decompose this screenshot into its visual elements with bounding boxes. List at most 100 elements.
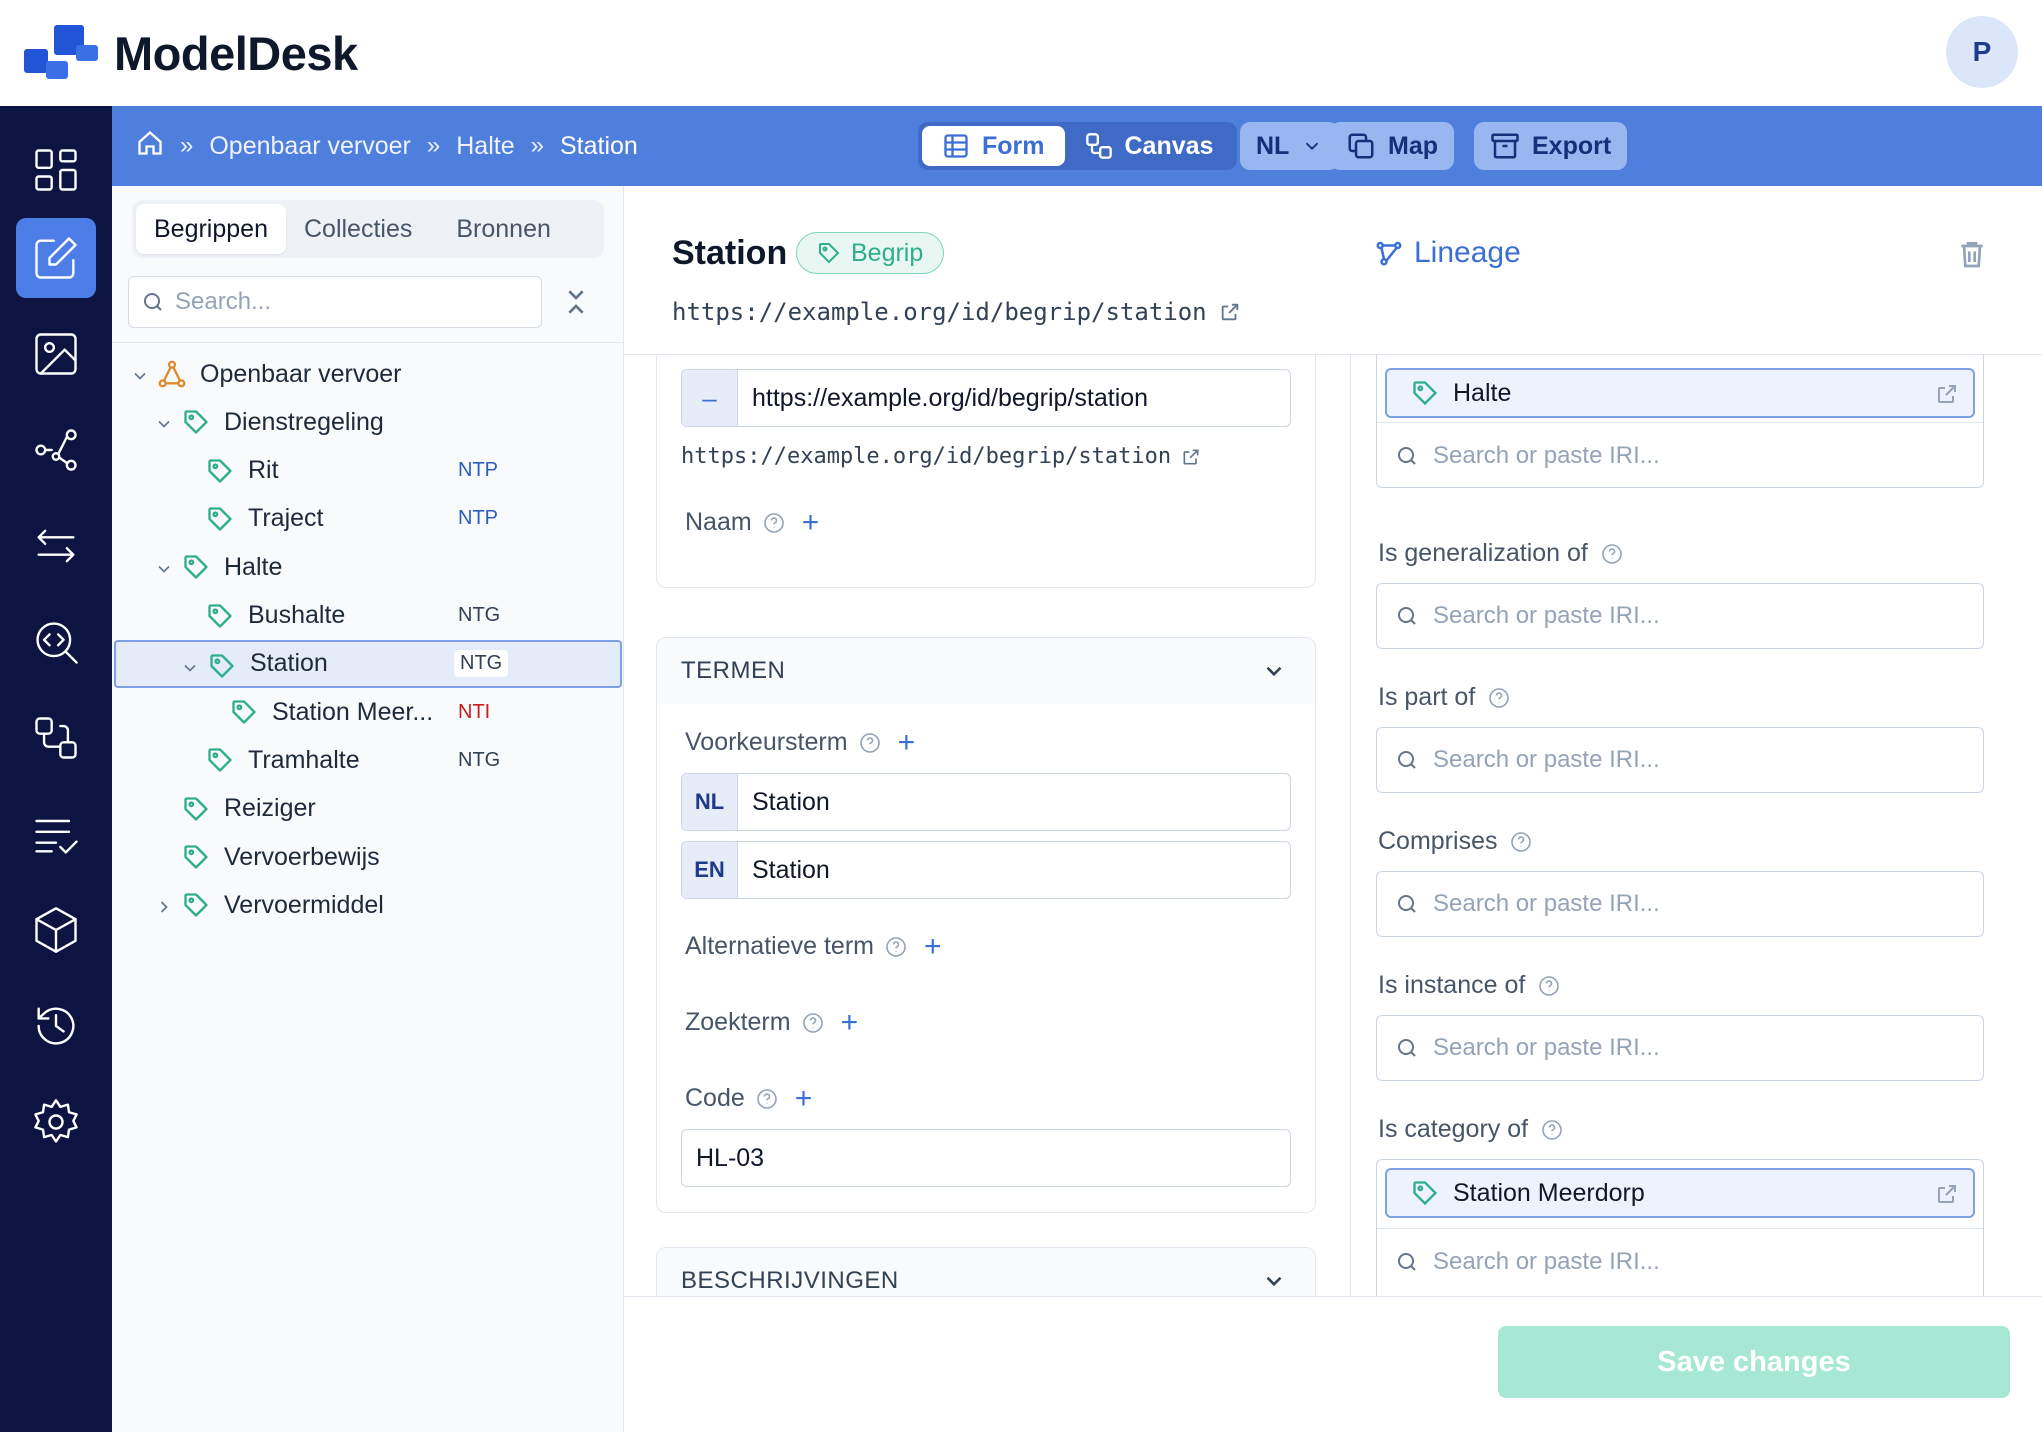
- voorkeursterm-en-input[interactable]: EN Station: [681, 841, 1291, 899]
- export-button[interactable]: Export: [1474, 122, 1628, 170]
- iri-prefix-button[interactable]: –: [682, 370, 738, 426]
- tree-item-label: Dienstregeling: [224, 407, 384, 436]
- edit-icon[interactable]: [16, 218, 96, 298]
- form-view-button[interactable]: Form: [922, 126, 1065, 166]
- relation-chip-station-meerdorp[interactable]: Station Meerdorp: [1385, 1168, 1975, 1218]
- termen-header[interactable]: TERMEN: [657, 638, 1315, 704]
- tab-bronnen[interactable]: Bronnen: [438, 204, 569, 254]
- chevron-down-icon[interactable]: [180, 656, 200, 676]
- help-icon[interactable]: [755, 1087, 779, 1111]
- beschrijvingen-card: BESCHRIJVINGEN: [656, 1247, 1316, 1296]
- checklist-icon[interactable]: [16, 794, 96, 874]
- trash-icon[interactable]: [1956, 238, 1988, 270]
- copy-icon: [1348, 133, 1374, 159]
- language-select[interactable]: NL: [1240, 122, 1340, 170]
- tree-item[interactable]: Station Meer... NTI: [112, 688, 622, 736]
- sidebar-search-input[interactable]: Search...: [128, 276, 542, 328]
- instance-of-search-input[interactable]: Search or paste IRI...: [1376, 1015, 1984, 1081]
- tree-item[interactable]: Dienstregeling: [112, 398, 622, 446]
- external-link-icon: [1183, 449, 1199, 464]
- external-link-icon[interactable]: [1935, 1182, 1959, 1206]
- tag-icon: [208, 652, 236, 680]
- category-of-label: Is category of: [1378, 1115, 1564, 1144]
- comprises-search-input[interactable]: Search or paste IRI...: [1376, 871, 1984, 937]
- image-icon[interactable]: [16, 314, 96, 394]
- search-code-icon[interactable]: [16, 602, 96, 682]
- dashboard-icon[interactable]: [16, 130, 96, 210]
- naam-field-label: Naam +: [685, 507, 820, 537]
- package-icon[interactable]: [16, 890, 96, 970]
- help-icon[interactable]: [1537, 974, 1561, 998]
- status-badge: NTP: [458, 459, 498, 482]
- app-logo[interactable]: ModelDesk: [24, 25, 358, 81]
- collapse-all-icon[interactable]: [560, 286, 592, 318]
- breadcrumb-item[interactable]: Openbaar vervoer: [209, 132, 411, 161]
- tree-item[interactable]: Openbaar vervoer: [112, 350, 622, 398]
- tree-item[interactable]: Vervoermiddel: [112, 881, 622, 929]
- code-input[interactable]: HL-03: [681, 1129, 1291, 1187]
- voorkeursterm-nl-input[interactable]: NL Station: [681, 773, 1291, 831]
- iri-preview[interactable]: https://example.org/id/begrip/station: [681, 444, 1201, 469]
- tree-item[interactable]: Rit NTP: [112, 447, 622, 495]
- history-icon[interactable]: [16, 986, 96, 1066]
- add-alternatieve-term-button[interactable]: +: [924, 931, 942, 961]
- tree-item-label: Station Meer...: [272, 697, 434, 726]
- map-button[interactable]: Map: [1330, 122, 1454, 170]
- help-icon[interactable]: [858, 731, 882, 755]
- add-naam-button[interactable]: +: [802, 507, 820, 537]
- broader-search-input[interactable]: Search or paste IRI...: [1377, 422, 1983, 488]
- tag-icon: [819, 243, 840, 264]
- help-icon[interactable]: [801, 1011, 825, 1035]
- termen-card: TERMEN Voorkeursterm + NL Station EN Sta…: [656, 637, 1316, 1213]
- settings-icon[interactable]: [16, 1082, 96, 1162]
- form-scroll-area[interactable]: – https://example.org/id/begrip/station …: [624, 355, 2042, 1296]
- part-of-search-input[interactable]: Search or paste IRI...: [1376, 727, 1984, 793]
- iri-input[interactable]: – https://example.org/id/begrip/station: [681, 369, 1291, 427]
- sidebar-tabs: Begrippen Collecties Bronnen: [132, 200, 604, 258]
- tree-item-label: Station: [250, 649, 328, 678]
- canvas-view-button[interactable]: Canvas: [1065, 126, 1234, 166]
- tree-item[interactable]: Halte: [112, 543, 622, 591]
- lang-tag[interactable]: NL: [682, 774, 738, 830]
- status-badge: NTG: [458, 604, 501, 626]
- help-icon[interactable]: [1600, 542, 1624, 566]
- category-of-search-input[interactable]: Search or paste IRI...: [1377, 1228, 1983, 1294]
- tab-begrippen[interactable]: Begrippen: [136, 204, 286, 254]
- relation-chip-halte[interactable]: Halte: [1385, 368, 1975, 418]
- transfer-icon[interactable]: [16, 506, 96, 586]
- tree-item[interactable]: Station NTG: [114, 639, 622, 688]
- concept-iri[interactable]: https://example.org/id/begrip/station: [672, 298, 1241, 326]
- chevron-down-icon[interactable]: [154, 412, 174, 432]
- tree-item[interactable]: Vervoerbewijs: [112, 833, 622, 881]
- tree-item-label: Tramhalte: [248, 745, 360, 774]
- help-icon[interactable]: [884, 935, 908, 959]
- chevron-down-icon[interactable]: [130, 364, 150, 384]
- save-changes-button[interactable]: Save changes: [1498, 1326, 2010, 1398]
- lineage-link[interactable]: Lineage: [1374, 236, 1521, 270]
- tree-item[interactable]: Traject NTP: [112, 495, 622, 543]
- tree-item[interactable]: Reiziger: [112, 785, 622, 833]
- breadcrumb-item[interactable]: Halte: [456, 132, 514, 161]
- help-icon[interactable]: [1509, 830, 1533, 854]
- avatar[interactable]: P: [1946, 16, 2018, 88]
- shapes-icon[interactable]: [16, 698, 96, 778]
- tree-item[interactable]: Tramhalte NTG: [112, 736, 622, 784]
- graph-icon[interactable]: [16, 410, 96, 490]
- tab-collecties[interactable]: Collecties: [286, 204, 430, 254]
- search-icon: [1398, 1039, 1416, 1057]
- add-voorkeursterm-button[interactable]: +: [898, 727, 916, 757]
- chevron-right-icon[interactable]: [154, 895, 174, 915]
- help-icon[interactable]: [762, 511, 786, 535]
- home-icon[interactable]: [136, 129, 164, 164]
- tree-item[interactable]: Bushalte NTG: [112, 592, 622, 640]
- help-icon[interactable]: [1540, 1118, 1564, 1142]
- chevron-down-icon[interactable]: [154, 557, 174, 577]
- external-link-icon[interactable]: [1935, 382, 1959, 406]
- lang-tag[interactable]: EN: [682, 842, 738, 898]
- generalization-search-input[interactable]: Search or paste IRI...: [1376, 583, 1984, 649]
- beschrijvingen-header[interactable]: BESCHRIJVINGEN: [657, 1248, 1315, 1296]
- add-zoekterm-button[interactable]: +: [841, 1007, 859, 1037]
- add-code-button[interactable]: +: [795, 1083, 813, 1113]
- help-icon[interactable]: [1487, 686, 1511, 710]
- status-badge: NTP: [458, 507, 498, 530]
